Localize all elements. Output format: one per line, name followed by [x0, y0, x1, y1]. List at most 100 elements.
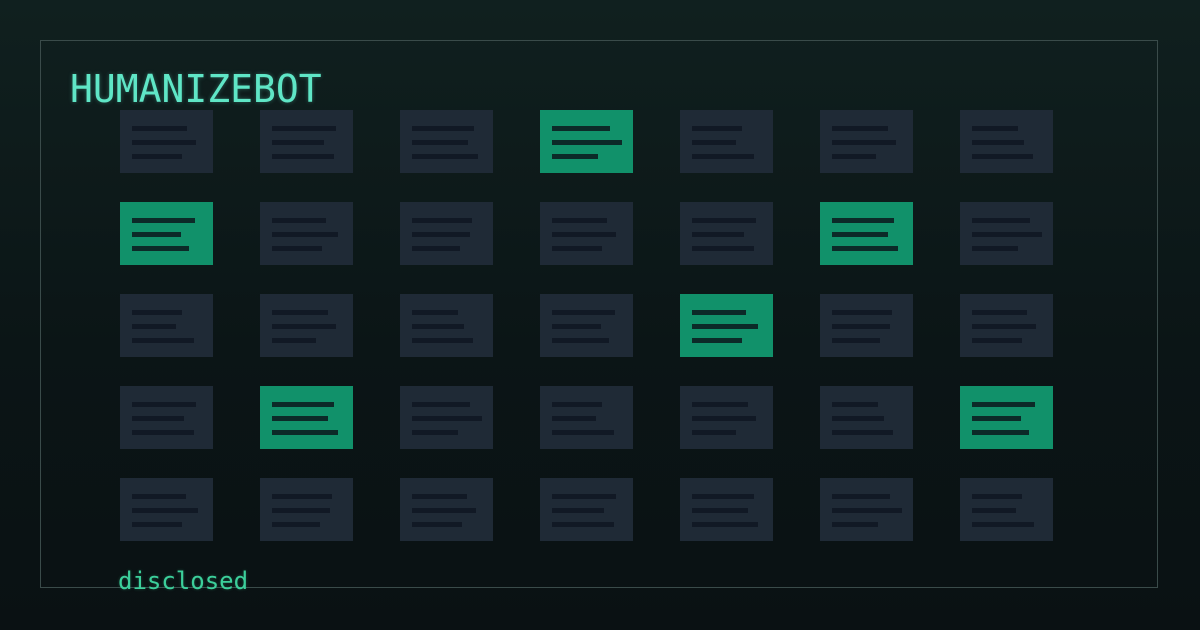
text-line [552, 232, 616, 237]
text-line [692, 218, 756, 223]
text-line [972, 154, 1033, 159]
text-line [132, 508, 198, 513]
text-line [552, 218, 607, 223]
text-line [132, 522, 182, 527]
text-line [272, 324, 336, 329]
text-line [272, 218, 326, 223]
text-line [132, 232, 181, 237]
text-line [692, 416, 756, 421]
message-tile [540, 478, 633, 541]
text-line [132, 126, 187, 131]
text-line [132, 154, 182, 159]
message-tile [540, 294, 633, 357]
text-line [552, 494, 616, 499]
text-line [832, 338, 880, 343]
message-tile [960, 478, 1053, 541]
message-tile [400, 478, 493, 541]
text-line [132, 218, 195, 223]
message-tile-highlighted [540, 110, 633, 173]
message-tile [400, 202, 493, 265]
text-line [412, 324, 464, 329]
text-line [832, 310, 892, 315]
text-line [132, 324, 176, 329]
text-line [692, 324, 758, 329]
message-tile [120, 478, 213, 541]
text-line [552, 154, 598, 159]
text-line [972, 126, 1018, 131]
message-tile [120, 294, 213, 357]
message-tile [120, 386, 213, 449]
text-line [132, 402, 196, 407]
text-line [832, 126, 888, 131]
text-line [132, 140, 196, 145]
text-line [692, 126, 742, 131]
text-line [972, 430, 1029, 435]
text-line [692, 338, 742, 343]
message-tile [260, 202, 353, 265]
text-line [132, 430, 194, 435]
text-line [272, 154, 334, 159]
message-tile-highlighted [680, 294, 773, 357]
text-line [272, 522, 320, 527]
text-line [132, 338, 194, 343]
message-tile [960, 110, 1053, 173]
text-line [412, 522, 462, 527]
text-line [412, 402, 470, 407]
text-line [832, 218, 894, 223]
text-line [832, 140, 896, 145]
text-line [972, 416, 1021, 421]
text-line [832, 402, 878, 407]
text-line [692, 232, 744, 237]
text-line [832, 494, 890, 499]
text-line [832, 508, 902, 513]
text-line [132, 416, 184, 421]
text-line [552, 522, 614, 527]
text-line [552, 140, 622, 145]
text-line [692, 310, 746, 315]
text-line [692, 494, 754, 499]
text-line [272, 232, 338, 237]
text-line [972, 522, 1034, 527]
message-tile [400, 386, 493, 449]
text-line [552, 324, 601, 329]
message-tile [820, 386, 913, 449]
text-line [132, 310, 182, 315]
text-line [832, 232, 888, 237]
text-line [272, 508, 330, 513]
text-line [692, 508, 748, 513]
text-line [272, 494, 332, 499]
text-line [272, 402, 334, 407]
message-tile [820, 478, 913, 541]
message-tile-highlighted [260, 386, 353, 449]
text-line [412, 508, 476, 513]
message-tile [400, 110, 493, 173]
text-line [552, 246, 602, 251]
message-tile [820, 294, 913, 357]
text-line [552, 416, 596, 421]
text-line [972, 310, 1027, 315]
text-line [552, 508, 604, 513]
message-tile [260, 110, 353, 173]
text-line [552, 338, 609, 343]
text-line [412, 246, 460, 251]
text-line [272, 140, 324, 145]
text-line [272, 338, 316, 343]
text-line [272, 430, 338, 435]
text-line [832, 154, 876, 159]
text-line [412, 430, 458, 435]
text-line [412, 154, 478, 159]
message-tile [540, 202, 633, 265]
text-line [972, 338, 1022, 343]
text-line [692, 402, 748, 407]
text-line [972, 324, 1036, 329]
message-tile [820, 110, 913, 173]
text-line [972, 218, 1030, 223]
text-line [272, 246, 322, 251]
text-line [972, 508, 1016, 513]
text-line [692, 154, 754, 159]
text-line [692, 430, 736, 435]
text-line [832, 324, 890, 329]
text-line [412, 140, 468, 145]
text-line [552, 402, 602, 407]
message-tile [400, 294, 493, 357]
